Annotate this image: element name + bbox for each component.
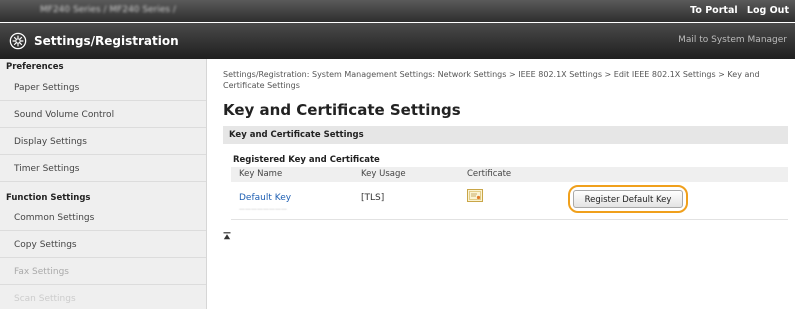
sidebar-item-scan-settings[interactable]: Scan Settings xyxy=(0,286,206,309)
settings-gear-icon xyxy=(9,32,27,50)
column-header-certificate: Certificate xyxy=(467,169,512,179)
back-to-top-icon[interactable] xyxy=(223,232,231,240)
registered-key-subheader: Registered Key and Certificate xyxy=(233,155,380,165)
sidebar-item-sound-volume-control[interactable]: Sound Volume Control xyxy=(0,102,206,128)
page-title: Key and Certificate Settings xyxy=(223,101,461,119)
key-table: Key Name Key Usage Certificate Default K… xyxy=(231,167,788,220)
page-header-title: Settings/Registration xyxy=(34,34,179,48)
mail-to-system-manager-link[interactable]: Mail to System Manager xyxy=(678,35,787,45)
sidebar-item-common-settings[interactable]: Common Settings xyxy=(0,205,206,231)
column-header-key-name: Key Name xyxy=(239,169,283,179)
top-links: To Portal Log Out xyxy=(684,5,789,16)
sidebar-item-fax-settings[interactable]: Fax Settings xyxy=(0,259,206,285)
register-default-key-button[interactable]: Register Default Key xyxy=(573,190,683,208)
log-out-link[interactable]: Log Out xyxy=(747,5,789,16)
section-header: Key and Certificate Settings xyxy=(223,126,788,144)
sidebar-item-copy-settings[interactable]: Copy Settings xyxy=(0,232,206,258)
sidebar-section-function-settings: Function Settings xyxy=(6,193,91,203)
table-row: Default Key ———————— [TLS] Register Defa… xyxy=(231,182,788,220)
sidebar: Preferences Paper Settings Sound Volume … xyxy=(0,59,207,309)
certificate-icon[interactable] xyxy=(467,189,483,202)
sidebar-section-preferences: Preferences xyxy=(6,62,64,72)
breadcrumb: Settings/Registration: System Management… xyxy=(223,70,760,90)
default-key-link[interactable]: Default Key xyxy=(239,193,291,203)
title-bar: Settings/Registration Mail to System Man… xyxy=(0,23,795,59)
top-bar: MF240 Series / MF240 Series / To Portal … xyxy=(0,0,795,22)
to-portal-link[interactable]: To Portal xyxy=(690,5,737,16)
column-header-key-usage: Key Usage xyxy=(361,169,406,179)
register-default-key-highlight: Register Default Key xyxy=(568,185,688,213)
sidebar-item-display-settings[interactable]: Display Settings xyxy=(0,129,206,155)
table-header: Key Name Key Usage Certificate xyxy=(231,167,788,182)
key-usage-value: [TLS] xyxy=(361,193,385,203)
key-name-subtext: ———————— xyxy=(239,206,287,213)
device-name: MF240 Series / MF240 Series / xyxy=(40,5,176,15)
main-content: Settings/Registration: System Management… xyxy=(207,59,795,309)
sidebar-item-paper-settings[interactable]: Paper Settings xyxy=(0,75,206,101)
sidebar-item-timer-settings[interactable]: Timer Settings xyxy=(0,156,206,182)
